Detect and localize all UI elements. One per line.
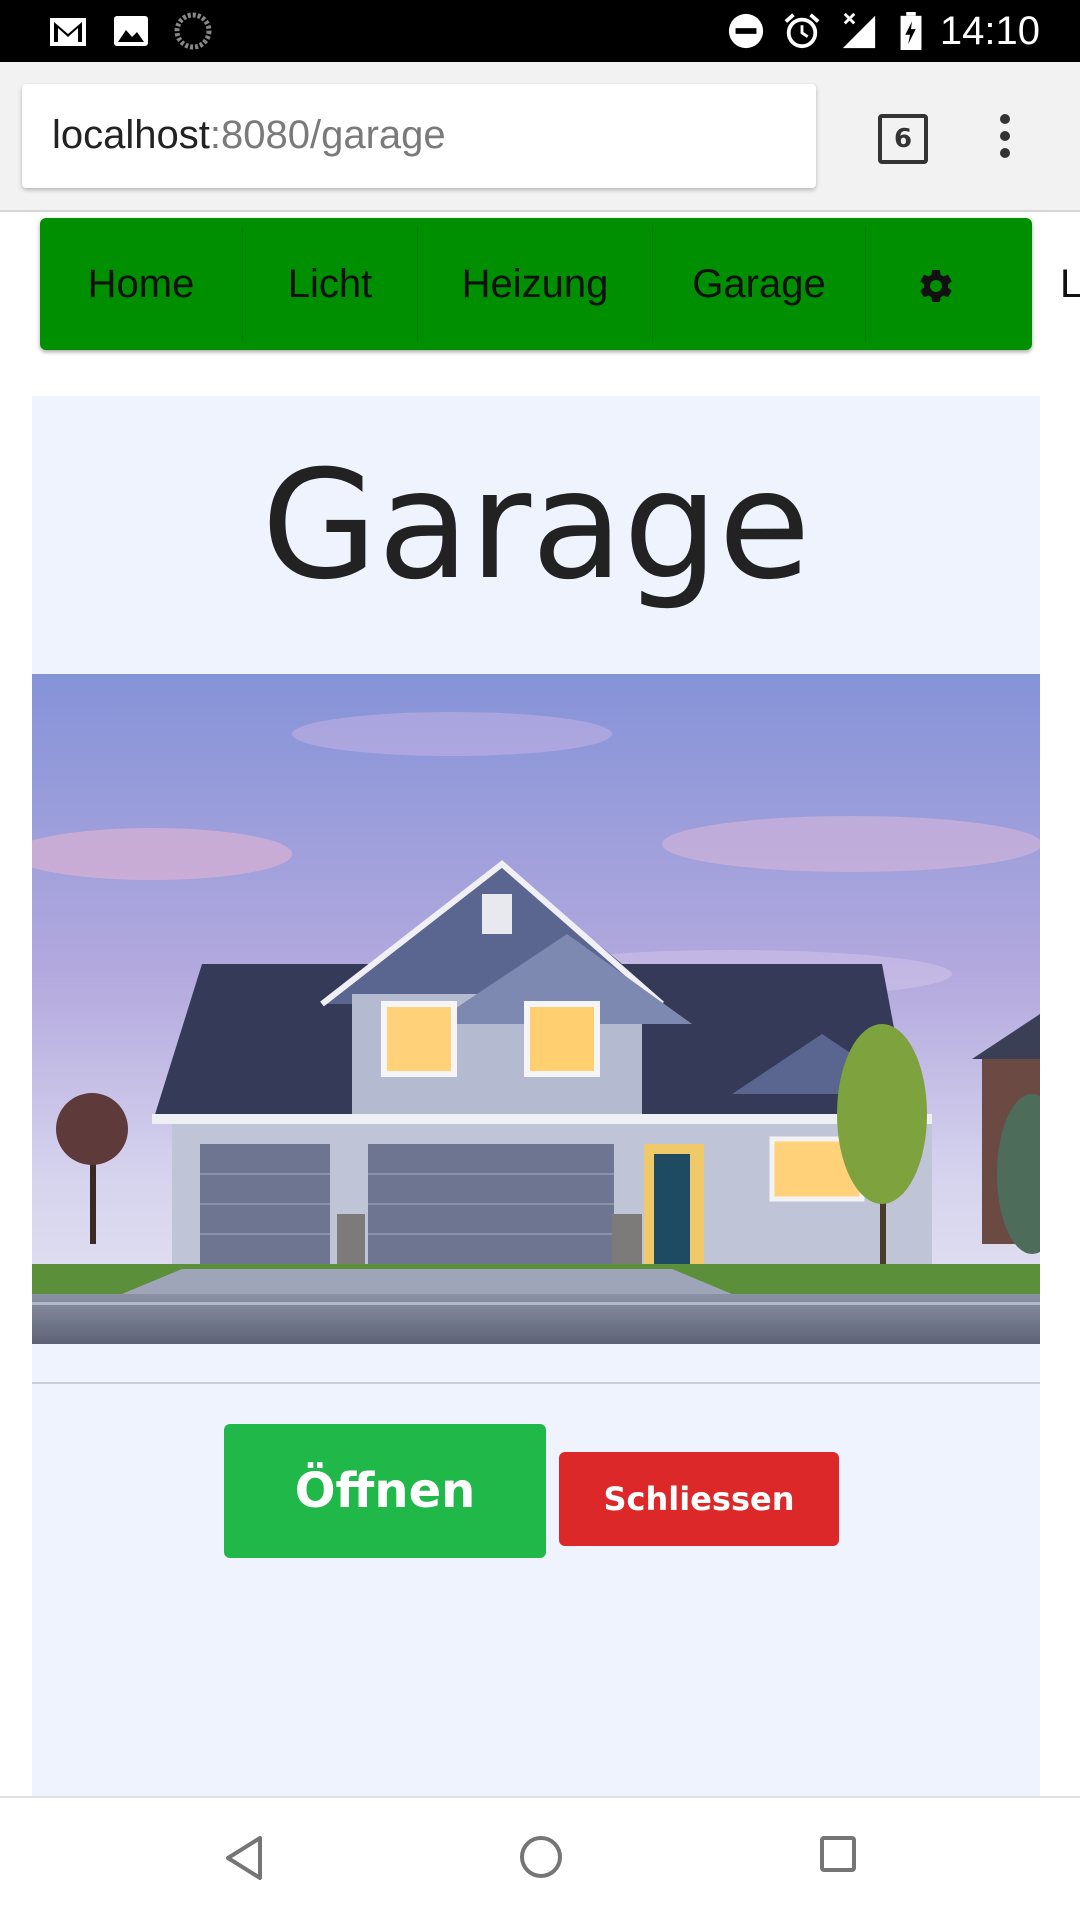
gmail-icon: [50, 18, 86, 46]
back-icon[interactable]: [222, 1834, 266, 1882]
recents-icon[interactable]: [818, 1834, 858, 1874]
url-path: :8080/garage: [209, 113, 446, 157]
gear-icon: [920, 270, 952, 303]
nav-item-heizung[interactable]: Heizung: [418, 218, 652, 350]
url-text[interactable]: localhost:8080/garage: [52, 110, 446, 160]
battery-icon: [900, 12, 922, 50]
system-nav-bar: [0, 1796, 1080, 1922]
alarm-icon: [784, 13, 820, 49]
divider: [32, 1382, 1040, 1384]
nav-item-home[interactable]: Home: [40, 218, 242, 350]
url-bar[interactable]: localhost:8080/garage: [22, 84, 816, 188]
clock: 14:10: [939, 9, 1040, 53]
overflow-menu-icon[interactable]: [990, 110, 1020, 170]
tab-switcher-button[interactable]: 6: [878, 114, 928, 164]
close-button[interactable]: Schliessen: [559, 1452, 839, 1546]
open-button[interactable]: Öffnen: [224, 1424, 546, 1558]
nav-item-garage[interactable]: Garage: [653, 218, 865, 350]
nav-item-settings[interactable]: [866, 218, 1006, 350]
signal-icon: [842, 12, 876, 49]
url-host: localhost: [52, 113, 210, 157]
house-image: [32, 674, 1040, 1344]
nav-item-licht[interactable]: Licht: [243, 218, 417, 350]
dnd-icon: [728, 13, 764, 49]
sync-icon: [174, 12, 212, 50]
status-bar: 14:10: [0, 0, 1080, 62]
nav-overflow-item[interactable]: L: [1060, 218, 1080, 350]
main-nav: Home Licht Heizung Garage: [40, 218, 1032, 350]
garage-card: Garage Öffnen Schliessen: [32, 396, 1040, 1796]
browser-toolbar: localhost:8080/garage 6: [0, 62, 1080, 212]
image-icon: [114, 16, 148, 46]
page-title: Garage: [261, 439, 811, 613]
home-icon[interactable]: [518, 1834, 564, 1880]
